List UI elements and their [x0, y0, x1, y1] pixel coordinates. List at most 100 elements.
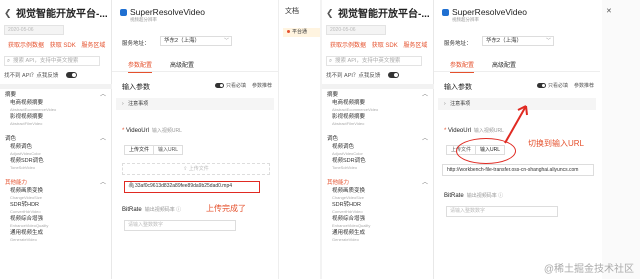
list-item[interactable]: SDR转HDR ConvertHdrVideo [322, 202, 434, 216]
list-item[interactable]: 视频调色 AdjustVideoColor [322, 144, 434, 158]
bitrate-name: BitRate [122, 207, 142, 213]
only-required-label: 只看必填 [225, 83, 246, 89]
watermark: @稀土掘金技术社区 [543, 264, 634, 275]
bitrate-hint: 输出视频码率 ⓘ [466, 193, 504, 199]
videourl-label: * VideoUrl 输入视频URL [444, 127, 504, 134]
platform-title: 视觉智能开放平台-... [16, 9, 108, 20]
region-value: 华东2（上海） [164, 38, 201, 44]
close-icon[interactable]: ✕ [606, 7, 612, 15]
region-value: 华东2（上海） [486, 38, 523, 44]
api-subtitle: 视频超分辨率 [130, 17, 157, 22]
feedback-text[interactable]: 找不到 API？点我反馈 [4, 71, 58, 79]
list-item[interactable]: 电商视频摘要 AbstractEcommerceVideo [322, 100, 434, 114]
item-en: AbstractFilmVideo [332, 121, 365, 126]
region-select[interactable]: 华东2（上海） ﹀ [482, 36, 554, 46]
link-sdk[interactable]: 获取 SDK [372, 43, 398, 49]
link-service-region[interactable]: 服务区域 [81, 43, 105, 49]
only-required-toggle[interactable] [536, 83, 546, 88]
category-summary[interactable]: 摘要 ︿ [0, 90, 112, 100]
link-sdk[interactable]: 获取 SDK [50, 43, 76, 49]
bitrate-label: BitRate 输出视频码率 ⓘ [122, 206, 181, 213]
doc-tab[interactable]: 文档 [285, 6, 299, 16]
sidebar-title[interactable]: ❮ 视觉智能开放平台-... [326, 5, 430, 21]
feedback-toggle[interactable] [388, 72, 400, 78]
only-required-toggle[interactable] [214, 83, 224, 88]
chevron-up-icon: ︿ [421, 180, 428, 186]
region-select[interactable]: 华东2（上海） ﹀ [160, 36, 232, 46]
tab-param-config[interactable]: 参数配置 [450, 60, 475, 73]
feedback-toggle[interactable] [66, 72, 78, 78]
chevron-up-icon: ︿ [99, 136, 106, 142]
item-en: AdjustVideoColor [10, 151, 41, 156]
date-select[interactable]: 2020-05-06 [4, 25, 64, 35]
search-placeholder: 搜索 API，支持中英文搜索 [13, 58, 79, 64]
videourl-hint: 输入视频URL [151, 128, 182, 134]
seg-upload-file[interactable]: 上传文件 [125, 146, 155, 154]
category-color[interactable]: 调色 ︿ [322, 134, 434, 144]
category-label: 调色 [5, 136, 17, 142]
list-item[interactable]: 通用视频生成 GenerateVideo [322, 230, 434, 244]
feedback-row: 找不到 API？点我反馈 [4, 71, 78, 79]
date-select[interactable]: 2020-05-06 [326, 25, 386, 35]
seg-input-url[interactable]: 输入URL [154, 146, 182, 154]
upload-dropzone[interactable]: ⇪ 上传文件 [122, 163, 270, 175]
category-color[interactable]: 调色 ︿ [0, 134, 112, 144]
category-summary[interactable]: 摘要 ︿ [322, 90, 434, 100]
notice-collapse[interactable]: › 注意事项 [116, 98, 274, 110]
chevron-up-icon: ︿ [421, 136, 428, 142]
list-item[interactable]: 电商视频摘要 AbstractEcommerceVideo [0, 100, 112, 114]
item-zh: 电商视频摘要 [10, 100, 44, 106]
list-item[interactable]: 影视视频摘要 AbstractFilmVideo [322, 114, 434, 128]
list-item[interactable]: 视频综合增强 EnhanceVideoQuality [322, 216, 434, 230]
item-zh: 影视视频摘要 [10, 114, 44, 120]
api-search-input[interactable]: ⌕ 搜索 API，支持中英文搜索 [4, 56, 100, 66]
feedback-text[interactable]: 找不到 API？点我反馈 [326, 71, 380, 79]
sidebar-divider [322, 84, 434, 89]
video-url-input[interactable]: http://workbench-file-transfer.oss-cn-sh… [442, 164, 594, 176]
platform-title: 视觉智能开放平台-... [338, 9, 430, 20]
sidebar-links: 获取示例数据 获取 SDK 服务区域 [330, 40, 431, 49]
uploaded-file[interactable]: 🖇 33af0c9613d832a89fee89da9b25dad0.mp4 [124, 181, 260, 193]
link-service-region[interactable]: 服务区域 [403, 43, 427, 49]
screenshot-left: ❮ 视觉智能开放平台-... 2020-05-06 获取示例数据 获取 SDK … [0, 0, 320, 279]
sidebar-title[interactable]: ❮ 视觉智能开放平台-... [4, 5, 108, 21]
bitrate-input[interactable]: 请输入整数数字 [124, 220, 236, 231]
list-item[interactable]: 视频综合增强 EnhanceVideoQuality [0, 216, 112, 230]
param-recommend-link[interactable]: 参数推荐 [252, 82, 272, 89]
list-item[interactable]: 视频SDR调色 ToneSdrVideo [0, 158, 112, 172]
tab-advanced-config[interactable]: 高级配置 [170, 60, 194, 69]
link-sample-data[interactable]: 获取示例数据 [8, 43, 44, 49]
chevron-down-icon: ﹀ [223, 38, 229, 44]
tab-advanced-config[interactable]: 高级配置 [492, 60, 516, 69]
list-item[interactable]: 视频画质变换 ChangeVideoSize [0, 188, 112, 202]
item-en: ConvertHdrVideo [332, 209, 363, 214]
list-item[interactable]: 视频SDR调色 ToneSdrVideo [322, 158, 434, 172]
category-other[interactable]: 其他能力 ︿ [0, 178, 112, 188]
item-en: ChangeVideoSize [332, 195, 364, 200]
item-zh: 视频调色 [10, 144, 33, 150]
sidebar: ❮ 视觉智能开放平台-... 2020-05-06 获取示例数据 获取 SDK … [0, 0, 112, 279]
back-icon[interactable]: ❮ [4, 8, 14, 18]
back-icon[interactable]: ❮ [326, 8, 336, 18]
item-zh: 视频画质变换 [10, 188, 44, 194]
list-item[interactable]: 影视视频摘要 AbstractFilmVideo [0, 114, 112, 128]
annotation-upload-done: 上传完成了 [206, 204, 246, 213]
required-toggle-row: 只看必填 参数推荐 [214, 82, 272, 89]
list-item[interactable]: 视频调色 AdjustVideoColor [0, 144, 112, 158]
chevron-down-icon: ﹀ [545, 38, 551, 44]
list-item[interactable]: 视频画质变换 ChangeVideoSize [322, 188, 434, 202]
item-en: ToneSdrVideo [10, 165, 36, 170]
link-sample-data[interactable]: 获取示例数据 [330, 43, 366, 49]
list-item[interactable]: 通用视频生成 GenerateVideo [0, 230, 112, 244]
input-params-heading: 输入参数 [122, 84, 150, 91]
param-recommend-link[interactable]: 参数推荐 [574, 82, 594, 89]
api-search-input[interactable]: ⌕ 搜索 API，支持中英文搜索 [326, 56, 422, 66]
bitrate-input[interactable]: 请输入整数数字 [446, 206, 558, 217]
tab-param-config[interactable]: 参数配置 [128, 60, 153, 73]
input-params-heading: 输入参数 [444, 84, 472, 91]
category-other[interactable]: 其他能力 ︿ [322, 178, 434, 188]
api-icon [120, 8, 127, 16]
list-item[interactable]: SDR转HDR ConvertHdrVideo [0, 202, 112, 216]
item-zh: 视频画质变换 [332, 188, 366, 194]
upload-text: 上传文件 [188, 166, 209, 172]
